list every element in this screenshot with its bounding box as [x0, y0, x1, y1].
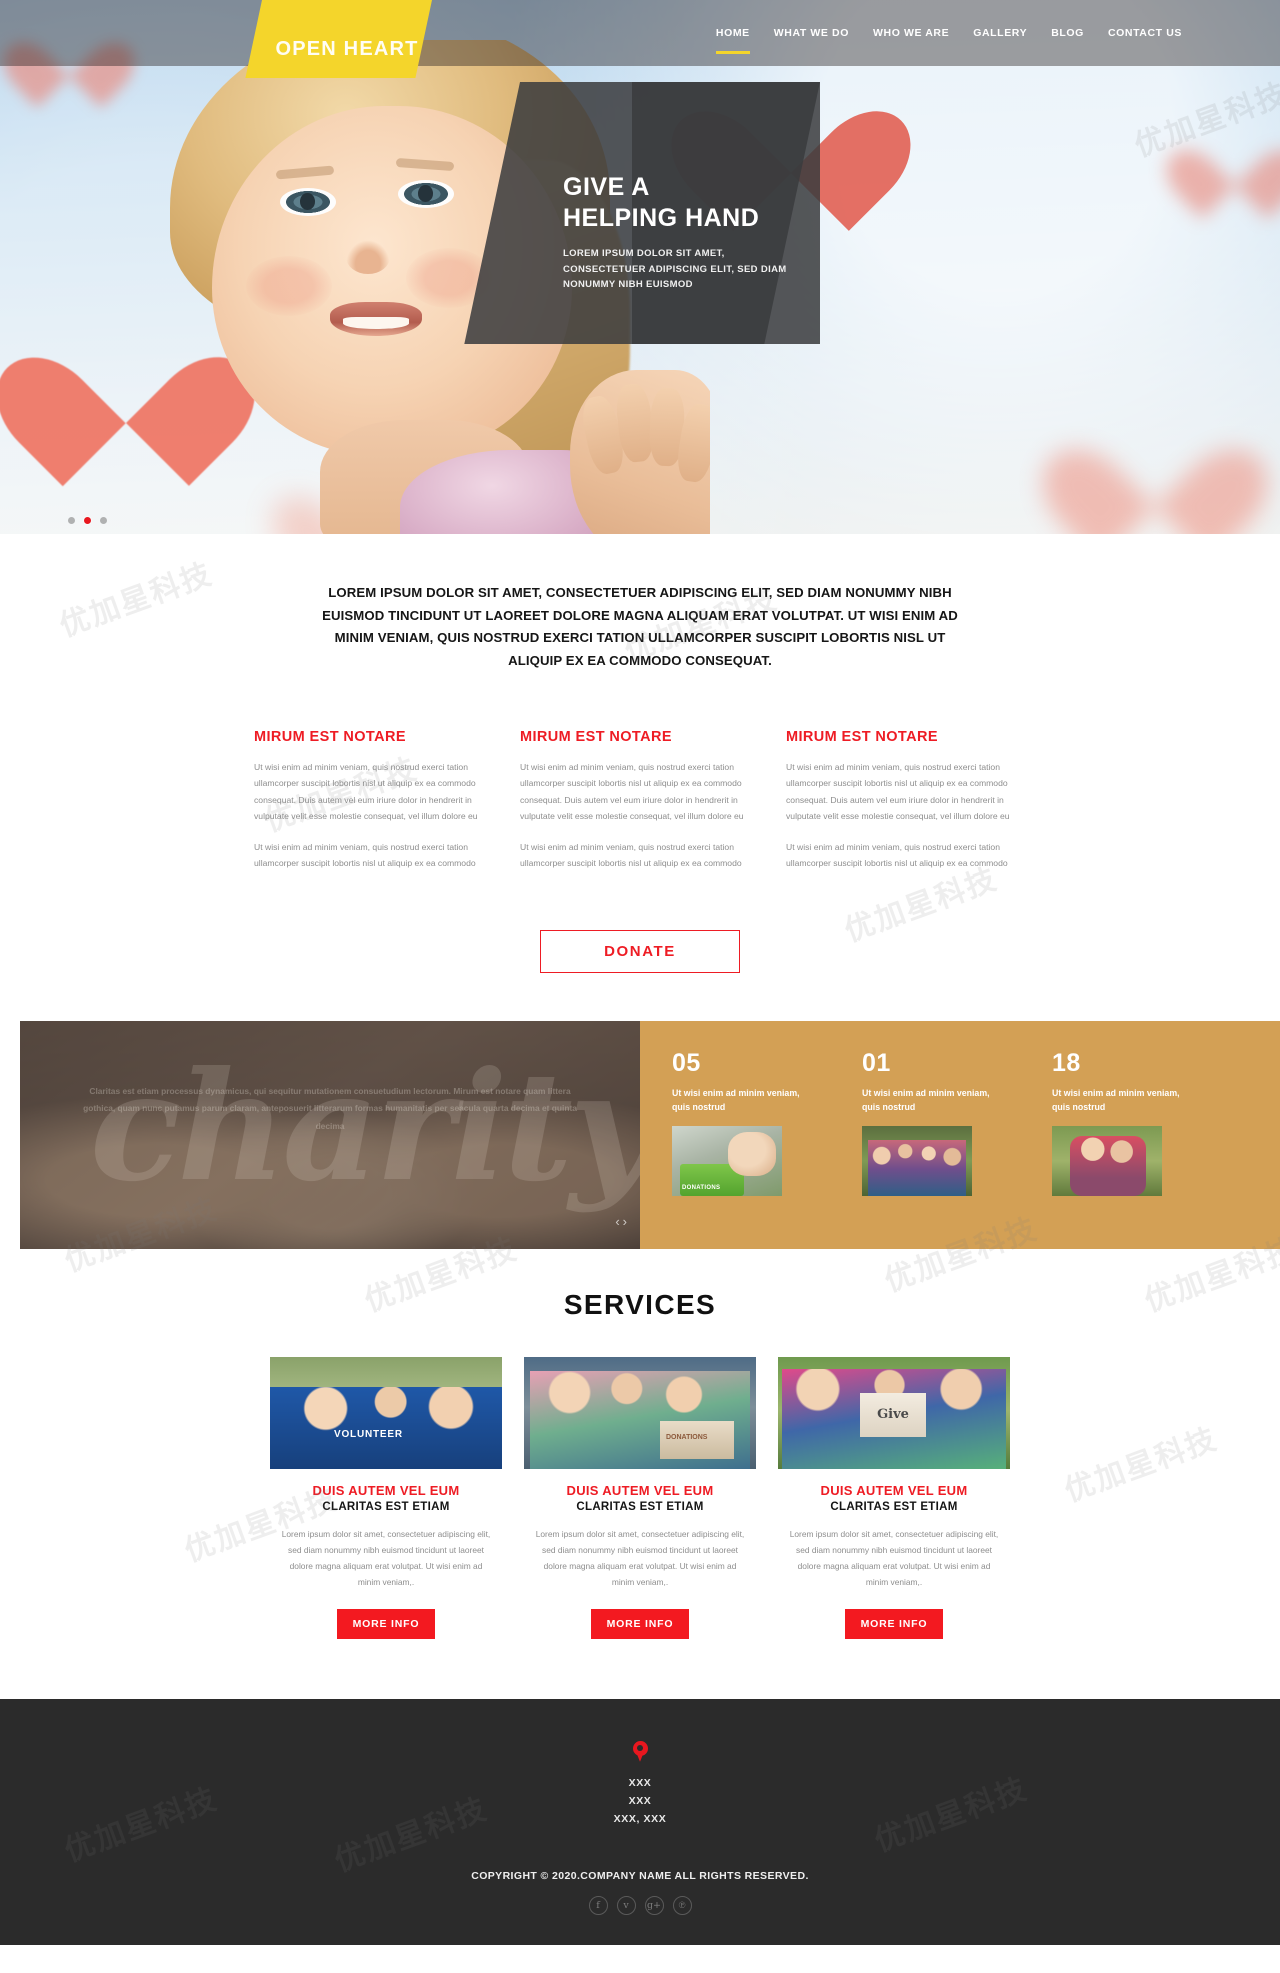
hero-slider: GIVE A HELPING HAND LOREM IPSUM DOLOR SI…: [0, 0, 1280, 534]
social-links: f ᴠ g+ ℗: [0, 1895, 1280, 1915]
service-title: DUIS AUTEM VEL EUM: [312, 1482, 460, 1498]
heart-icon: [336, 17, 358, 36]
feature-title: MIRUM EST NOTARE: [786, 728, 938, 745]
feature-paragraph-2: Ut wisi enim ad minim veniam, quis nostr…: [520, 841, 742, 869]
quote-carousel-arrows[interactable]: ‹›: [615, 1214, 630, 1229]
service-subtitle: CLARITAS EST ETIAM: [322, 1500, 450, 1513]
service-title: DUIS AUTEM VEL EUM: [820, 1482, 968, 1498]
stat-number: 05: [672, 1048, 701, 1077]
donation-box-graphic: DONATIONS: [660, 1420, 734, 1459]
slider-dots[interactable]: [68, 517, 107, 524]
services-cards: VOLUNTEER DUIS AUTEM VEL EUM CLARITAS ES…: [270, 1356, 1010, 1639]
hero-title-line-1: GIVE A: [563, 173, 650, 201]
service-image-give: Give: [778, 1356, 1010, 1469]
service-body: Lorem ipsum dolor sit amet, consectetuer…: [281, 1528, 491, 1587]
service-title: DUIS AUTEM VEL EUM: [566, 1482, 714, 1498]
nav-item-gallery[interactable]: GALLERY: [961, 0, 1039, 66]
intro-paragraph: LOREM IPSUM DOLOR SIT AMET, CONSECTETUER…: [322, 585, 958, 669]
pinterest-icon[interactable]: ℗: [672, 1895, 692, 1915]
slider-dot-3[interactable]: [100, 517, 107, 524]
nav-item-what-we-do[interactable]: WHAT WE DO: [762, 0, 861, 66]
logo[interactable]: OPEN HEART: [245, 0, 432, 78]
feature-paragraph-1: Ut wisi enim ad minim veniam, quis nostr…: [520, 761, 744, 822]
quote-text: Claritas est etiam processus dynamicus, …: [83, 1085, 577, 1132]
stat-caption: Ut wisi enim ad minim veniam, quis nostr…: [1052, 1087, 1180, 1112]
stat-thumbnail-donations: DONATIONS: [672, 1125, 782, 1196]
more-info-button[interactable]: MORE INFO: [590, 1608, 690, 1639]
stat-item: 18 Ut wisi enim ad minim veniam, quis no…: [1052, 1048, 1182, 1249]
hero-copy: GIVE A HELPING HAND LOREM IPSUM DOLOR SI…: [563, 172, 803, 293]
feature-paragraph-1: Ut wisi enim ad minim veniam, quis nostr…: [786, 761, 1010, 822]
site-footer: XXX XXX XXX, XXX COPYRIGHT © 2020.COMPAN…: [0, 1698, 1280, 1945]
hero-subtitle: LOREM IPSUM DOLOR SIT AMET, CONSECTETUER…: [563, 248, 787, 291]
stat-item: 01 Ut wisi enim ad minim veniam, quis no…: [862, 1048, 992, 1249]
google-plus-icon[interactable]: g+: [644, 1895, 664, 1915]
give-sign-graphic: Give: [860, 1392, 926, 1437]
slider-dot-1[interactable]: [68, 517, 75, 524]
intro-section: LOREM IPSUM DOLOR SIT AMET, CONSECTETUER…: [0, 534, 1280, 673]
slider-dot-2[interactable]: [84, 517, 91, 524]
quote-panel: charity Claritas est etiam processus dyn…: [20, 1020, 640, 1249]
hero-title-line-2: HELPING HAND: [563, 203, 760, 232]
quote-stats-band: charity Claritas est etiam processus dyn…: [0, 1020, 1280, 1249]
logo-text: OPEN HEART: [275, 38, 419, 60]
nav-item-blog[interactable]: BLOG: [1039, 0, 1096, 66]
services-section: SERVICES VOLUNTEER DUIS AUTEM VEL EUM CL…: [0, 1249, 1280, 1699]
twitter-icon[interactable]: ᴠ: [616, 1895, 636, 1915]
main-navigation: HOME WHAT WE DO WHO WE ARE GALLERY BLOG …: [704, 0, 1194, 66]
service-subtitle: CLARITAS EST ETIAM: [576, 1500, 704, 1513]
feature-title: MIRUM EST NOTARE: [254, 728, 406, 745]
service-subtitle: CLARITAS EST ETIAM: [830, 1500, 958, 1513]
stat-number: 18: [1052, 1048, 1081, 1077]
service-image-tag: Give: [877, 1407, 909, 1423]
footer-address: XXX XXX XXX, XXX: [0, 1774, 1280, 1828]
site-header: OPEN HEART HOME WHAT WE DO WHO WE ARE GA…: [0, 0, 1280, 78]
stat-thumbnail-hug: [1052, 1125, 1162, 1196]
more-info-button[interactable]: MORE INFO: [844, 1608, 944, 1639]
address-line-3: XXX, XXX: [613, 1812, 667, 1825]
address-line-2: XXX: [628, 1794, 652, 1807]
service-card: Give DUIS AUTEM VEL EUM CLARITAS EST ETI…: [778, 1356, 1010, 1639]
facebook-icon[interactable]: f: [588, 1895, 608, 1915]
next-arrow-icon[interactable]: ›: [623, 1214, 630, 1229]
stat-caption: Ut wisi enim ad minim veniam, quis nostr…: [672, 1087, 800, 1112]
feature-column: MIRUM EST NOTARE Ut wisi enim ad minim v…: [254, 729, 494, 886]
features-columns: MIRUM EST NOTARE Ut wisi enim ad minim v…: [254, 729, 1026, 886]
stat-thumbnail-family: [862, 1125, 972, 1196]
service-body: Lorem ipsum dolor sit amet, consectetuer…: [789, 1528, 999, 1587]
stat-thumbnail-label: DONATIONS: [682, 1184, 721, 1191]
service-card: VOLUNTEER DUIS AUTEM VEL EUM CLARITAS ES…: [270, 1356, 502, 1639]
stat-number: 01: [862, 1048, 891, 1077]
more-info-button[interactable]: MORE INFO: [336, 1608, 436, 1639]
services-heading: SERVICES: [563, 1288, 717, 1320]
feature-column: MIRUM EST NOTARE Ut wisi enim ad minim v…: [786, 729, 1026, 886]
copyright-text: COPYRIGHT © 2020.COMPANY NAME ALL RIGHTS…: [471, 1869, 809, 1882]
feature-title: MIRUM EST NOTARE: [520, 728, 672, 745]
service-image-donations: DONATIONS: [524, 1356, 756, 1469]
address-line-1: XXX: [628, 1776, 652, 1789]
stat-caption: Ut wisi enim ad minim veniam, quis nostr…: [862, 1087, 990, 1112]
feature-paragraph-2: Ut wisi enim ad minim veniam, quis nostr…: [786, 841, 1008, 869]
service-body: Lorem ipsum dolor sit amet, consectetuer…: [535, 1528, 745, 1587]
feature-column: MIRUM EST NOTARE Ut wisi enim ad minim v…: [520, 729, 760, 886]
donate-section: DONATE: [0, 929, 1280, 973]
donate-button[interactable]: DONATE: [540, 929, 740, 973]
service-image-volunteer: VOLUNTEER: [270, 1356, 502, 1469]
nav-item-who-we-are[interactable]: WHO WE ARE: [861, 0, 961, 66]
nav-item-home[interactable]: HOME: [704, 0, 762, 66]
decorative-heart-icon: [1190, 120, 1280, 200]
page-root: GIVE A HELPING HAND LOREM IPSUM DOLOR SI…: [0, 0, 1280, 1945]
service-card: DONATIONS DUIS AUTEM VEL EUM CLARITAS ES…: [524, 1356, 756, 1639]
feature-paragraph-1: Ut wisi enim ad minim veniam, quis nostr…: [254, 761, 478, 822]
service-image-tag: DONATIONS: [666, 1433, 708, 1441]
map-pin-icon: [632, 1740, 648, 1762]
stat-item: 05 Ut wisi enim ad minim veniam, quis no…: [672, 1048, 802, 1249]
feature-paragraph-2: Ut wisi enim ad minim veniam, quis nostr…: [254, 841, 476, 869]
decorative-heart-icon: [1080, 400, 1230, 530]
prev-arrow-icon[interactable]: ‹: [615, 1214, 622, 1229]
stats-panel: 05 Ut wisi enim ad minim veniam, quis no…: [640, 1020, 1280, 1249]
nav-item-contact-us[interactable]: CONTACT US: [1096, 0, 1194, 66]
service-image-tag: VOLUNTEER: [334, 1428, 403, 1440]
